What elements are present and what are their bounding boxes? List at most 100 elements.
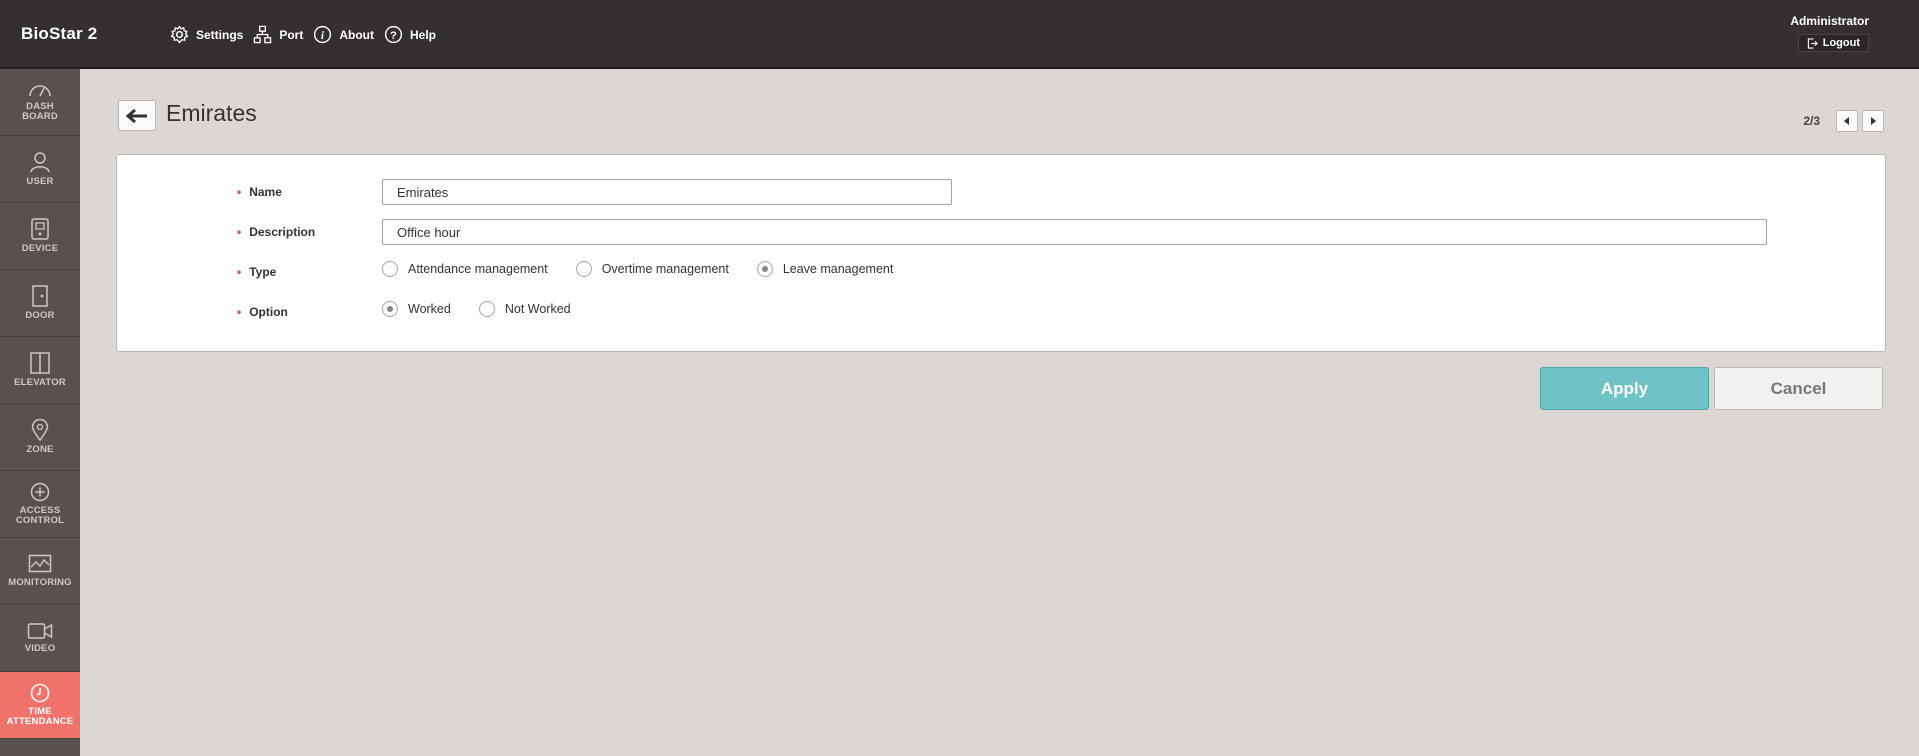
sidebar-item-time-attendance[interactable]: TIME ATTENDANCE <box>0 672 80 739</box>
option-label-text: Option <box>249 305 288 319</box>
sidebar-label: ATTENDANCE <box>6 716 74 727</box>
video-camera-icon <box>27 623 53 639</box>
svg-text:?: ? <box>390 30 397 42</box>
top-bar: BioStar 2 Settings Port i About ? Help A… <box>0 0 1919 67</box>
type-label: • Type <box>237 265 276 279</box>
back-button[interactable] <box>118 100 156 131</box>
sidebar-label: ZONE <box>26 444 54 455</box>
description-label: • Description <box>237 225 315 239</box>
sidebar-label: MONITORING <box>8 577 72 588</box>
top-nav: Settings Port i About ? Help <box>170 25 446 44</box>
sidebar-item-monitoring[interactable]: MONITORING <box>0 538 80 605</box>
monitoring-icon <box>28 554 52 573</box>
name-label: • Name <box>237 185 282 199</box>
help-link[interactable]: ? Help <box>384 25 436 44</box>
radio-label: Attendance management <box>408 262 548 276</box>
sidebar-item-dashboard[interactable]: DASH BOARD <box>0 69 80 136</box>
radio-circle-checked <box>756 261 773 277</box>
option-worked-radio[interactable]: Worked <box>382 301 451 317</box>
elevator-icon <box>30 352 50 374</box>
settings-link[interactable]: Settings <box>170 25 243 44</box>
next-page-button[interactable] <box>1862 110 1884 132</box>
option-row: • Option Worked Not Worked <box>117 299 1885 329</box>
port-label: Port <box>279 27 304 42</box>
required-mark: • <box>237 185 242 199</box>
svg-text:i: i <box>321 30 325 42</box>
sidebar-item-device[interactable]: DEVICE <box>0 203 80 270</box>
name-row: • Name <box>117 179 1885 209</box>
sidebar-item-elevator[interactable]: ELEVATOR <box>0 337 80 404</box>
radio-circle-checked <box>382 301 398 317</box>
dashboard-icon <box>29 85 51 97</box>
user-name: Administrator <box>1790 14 1869 28</box>
user-area: Administrator Logout <box>1790 14 1869 54</box>
apply-button[interactable]: Apply <box>1540 367 1709 410</box>
page-title: Emirates <box>166 100 257 126</box>
radio-circle <box>575 261 592 277</box>
triangle-left-icon <box>1844 117 1849 125</box>
sidebar-item-door[interactable]: DOOR <box>0 270 80 337</box>
radio-label: Worked <box>408 302 451 316</box>
prev-page-button[interactable] <box>1836 110 1858 132</box>
user-icon <box>30 152 50 173</box>
option-not-worked-radio[interactable]: Not Worked <box>478 301 571 317</box>
sidebar-label: CONTROL <box>15 515 65 526</box>
form-panel: • Name • Description • Type Attendance mana… <box>116 154 1886 352</box>
sidebar-label: BOARD <box>22 111 58 122</box>
app-brand: BioStar 2 <box>21 24 98 43</box>
name-label-text: Name <box>249 185 282 199</box>
sidebar-item-user[interactable]: USER <box>0 136 80 203</box>
settings-label: Settings <box>196 27 244 42</box>
help-icon: ? <box>384 25 403 44</box>
sidebar: DASH BOARD USER DEVICE DOOR ELEVATOR ZON… <box>0 69 80 756</box>
port-link[interactable]: Port <box>253 25 303 44</box>
gear-icon <box>170 25 189 44</box>
required-mark: • <box>237 265 242 279</box>
description-field[interactable] <box>382 219 1767 245</box>
description-label-text: Description <box>249 225 316 239</box>
type-attendance-radio[interactable]: Attendance management <box>382 261 548 277</box>
device-icon <box>31 218 49 240</box>
description-row: • Description <box>117 219 1885 249</box>
sidebar-item-access-control[interactable]: ACCESS CONTROL <box>0 471 80 538</box>
radio-circle <box>382 261 398 277</box>
sidebar-label: VIDEO <box>24 643 56 654</box>
type-row: • Type Attendance management Overtime man… <box>117 259 1885 289</box>
sidebar-label: ELEVATOR <box>14 377 66 388</box>
info-icon: i <box>314 25 332 44</box>
radio-label: Leave management <box>782 262 894 276</box>
radio-circle <box>478 301 495 317</box>
type-radio-group: Attendance management Overtime managemen… <box>382 261 921 277</box>
option-label: • Option <box>237 305 288 319</box>
option-radio-group: Worked Not Worked <box>382 301 599 317</box>
clock-icon <box>30 683 50 703</box>
sidebar-label: DOOR <box>25 310 55 321</box>
access-control-icon <box>30 482 50 502</box>
logout-button[interactable]: Logout <box>1797 34 1869 52</box>
pager-count: 2/3 <box>1803 114 1820 128</box>
sidebar-label: USER <box>26 176 54 187</box>
map-pin-icon <box>31 419 49 441</box>
about-label: About <box>339 27 374 42</box>
required-mark: • <box>237 305 242 319</box>
required-mark: • <box>237 225 242 239</box>
help-label: Help <box>410 27 437 42</box>
arrow-left-icon <box>126 108 147 123</box>
sidebar-item-video[interactable]: VIDEO <box>0 605 80 672</box>
sidebar-item-zone[interactable]: ZONE <box>0 404 80 471</box>
sidebar-label: DEVICE <box>21 243 59 254</box>
type-label-text: Type <box>249 265 277 279</box>
radio-label: Overtime management <box>601 262 729 276</box>
door-icon <box>32 285 48 307</box>
radio-label: Not Worked <box>504 302 571 316</box>
about-link[interactable]: i About <box>313 25 374 44</box>
pager: 2/3 <box>1803 110 1884 132</box>
type-leave-radio[interactable]: Leave management <box>756 261 894 277</box>
name-field[interactable] <box>382 179 952 205</box>
logout-label: Logout <box>1822 37 1860 49</box>
network-icon <box>254 25 272 44</box>
cancel-button[interactable]: Cancel <box>1714 367 1883 410</box>
logout-icon <box>1807 37 1818 49</box>
triangle-right-icon <box>1871 117 1876 125</box>
type-overtime-radio[interactable]: Overtime management <box>575 261 729 277</box>
